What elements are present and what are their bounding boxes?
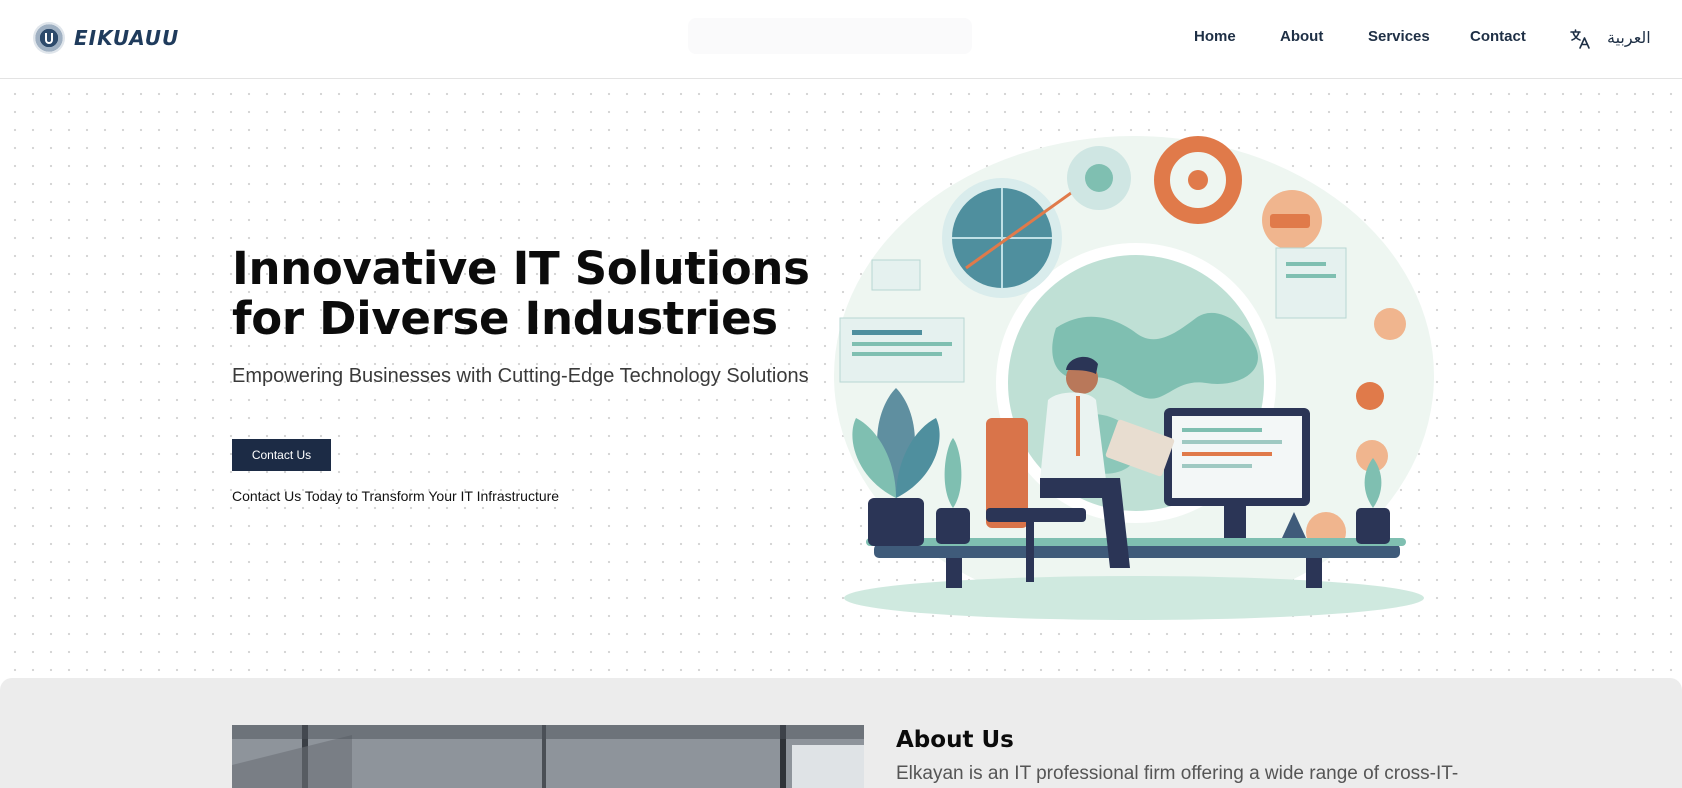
translate-icon[interactable] bbox=[1568, 27, 1592, 51]
about-office-photo bbox=[232, 725, 864, 788]
about-title: About Us bbox=[896, 727, 1014, 753]
hero-illustration bbox=[834, 136, 1434, 620]
logo-emblem-icon bbox=[33, 22, 65, 54]
hero-cta-note: Contact Us Today to Transform Your IT In… bbox=[232, 488, 560, 504]
brand-logo[interactable]: EIKUAUU bbox=[33, 22, 179, 54]
nav-services[interactable]: Services bbox=[1368, 28, 1430, 45]
nav-about[interactable]: About bbox=[1280, 28, 1323, 45]
hero-title: Innovative IT Solutions for Diverse Indu… bbox=[232, 242, 810, 345]
header-search-placeholder bbox=[688, 18, 972, 54]
nav-home[interactable]: Home bbox=[1194, 28, 1236, 45]
about-description: Elkayan is an IT professional firm offer… bbox=[896, 763, 1459, 784]
logo-wordmark: EIKUAUU bbox=[74, 26, 180, 50]
hero-subtitle: Empowering Businesses with Cutting-Edge … bbox=[232, 365, 809, 387]
nav-contact[interactable]: Contact bbox=[1470, 28, 1526, 45]
site-header: EIKUAUU Home About Services Contact العر… bbox=[0, 0, 1682, 79]
contact-us-button[interactable]: Contact Us bbox=[232, 439, 331, 471]
language-switch-arabic[interactable]: العربية bbox=[1607, 28, 1651, 47]
